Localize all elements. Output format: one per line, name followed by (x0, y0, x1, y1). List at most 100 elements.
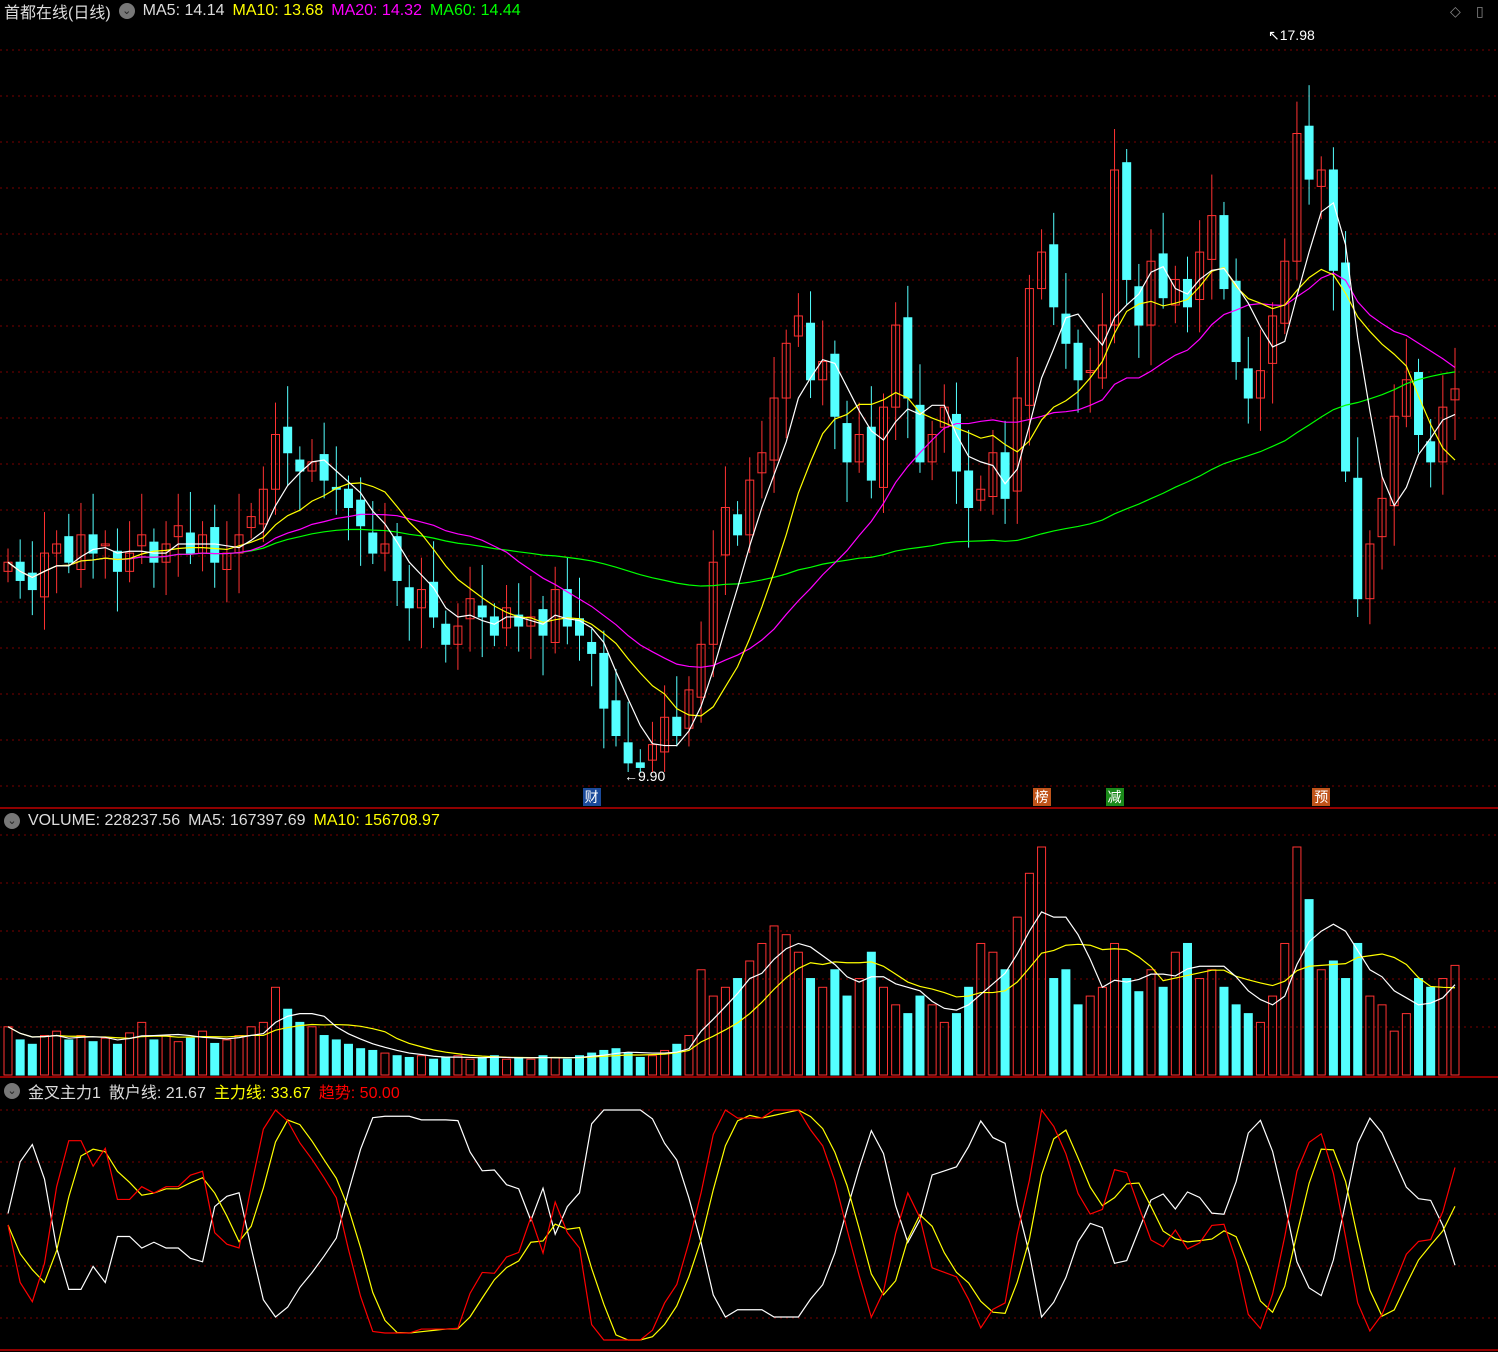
candle-body (356, 499, 366, 527)
volume-bar (1182, 942, 1192, 1076)
volume-bar (39, 1035, 49, 1076)
volume-bar (27, 1043, 37, 1076)
candle-body (635, 762, 645, 768)
volume-bar (477, 1056, 487, 1076)
candle-body (562, 589, 572, 627)
volume-bar (988, 951, 998, 1076)
candle-body (623, 742, 633, 764)
volume-bar (380, 1052, 390, 1076)
volume-bar (343, 1043, 353, 1076)
volume-bar (185, 1037, 195, 1076)
volume-bar (1377, 1004, 1387, 1076)
volume-bar (1304, 899, 1314, 1076)
candle-body (64, 536, 74, 563)
candle-body (1304, 125, 1314, 180)
volume-bar (1255, 1021, 1265, 1076)
volume-bar (1450, 964, 1460, 1076)
volume-header: ⌄ VOLUME: 228237.56 MA5: 167397.69 MA10:… (4, 810, 440, 832)
candle-body (903, 317, 913, 399)
volume-bar (903, 1013, 913, 1076)
volume-bar (234, 1035, 244, 1076)
indicator-header: ⌄ 金叉主力1 散户线: 21.67 主力线: 33.67 趋势: 50.00 (4, 1080, 400, 1102)
volume-bar (891, 1004, 901, 1076)
candle-body (806, 322, 816, 381)
volume-bar (404, 1056, 414, 1076)
main-header: 首都在线(日线) ⌄ MA5: 14.14 MA10: 13.68 MA20: … (4, 0, 521, 22)
volume-bar (1195, 978, 1205, 1076)
volume-bar (672, 1043, 682, 1076)
volume-bar (1073, 1004, 1083, 1076)
ma5-value: MA5: 14.14 (142, 2, 225, 19)
candle-body (441, 623, 451, 645)
volume-bar (1389, 1030, 1399, 1076)
candle-body (477, 605, 487, 618)
volume-bar (356, 1048, 366, 1076)
volume-bar (1049, 978, 1059, 1076)
volume-bar (1097, 986, 1107, 1076)
volume-bar (222, 1039, 232, 1076)
candle-body (866, 426, 876, 481)
chevron-down-icon[interactable]: ⌄ (4, 1083, 20, 1099)
volume-bar (866, 951, 876, 1076)
volume-bar (295, 1021, 305, 1076)
volume-bar (562, 1058, 572, 1076)
volume-bar (15, 1039, 25, 1076)
chevron-down-icon[interactable]: ⌄ (118, 3, 135, 19)
candle-body (587, 641, 597, 654)
ma10-value: MA10: 13.68 (232, 2, 324, 19)
candle-body (319, 454, 329, 481)
volume-bar (1328, 960, 1338, 1076)
volume-bar (915, 995, 925, 1076)
volume-value: VOLUME: 228237.56 (28, 812, 181, 829)
volume-bar (964, 986, 974, 1076)
candle-body (1353, 477, 1363, 600)
volume-bar (696, 969, 706, 1076)
stock-title: 首都在线(日线) (4, 5, 111, 22)
volume-bar (3, 1026, 13, 1076)
volume-bar (1024, 872, 1034, 1076)
candle-body (1231, 280, 1241, 363)
volume-bar (1426, 986, 1436, 1076)
volume-bar (1012, 916, 1022, 1076)
candle-body (964, 470, 974, 508)
volume-bar (1085, 995, 1095, 1076)
volume-bar (283, 1008, 293, 1076)
volume-bar (1219, 986, 1229, 1076)
volume-bar (1110, 942, 1120, 1076)
candle-body (1219, 215, 1229, 290)
volume-bar (76, 1035, 86, 1076)
volume-bar (806, 978, 816, 1076)
candle-body (733, 514, 743, 536)
candle-body (1243, 368, 1253, 399)
volume-bar (830, 969, 840, 1076)
candle-body (1049, 244, 1059, 308)
volume-bar (951, 1013, 961, 1076)
main-force-line (7, 1109, 1456, 1341)
candle-body (672, 716, 682, 737)
candle-body (185, 532, 195, 554)
volume-bar (1365, 995, 1375, 1076)
candle-body (1000, 452, 1010, 499)
volume-bar (623, 1052, 633, 1076)
candle-body (842, 423, 852, 463)
volume-bar (575, 1055, 585, 1076)
volume-bar (538, 1055, 548, 1076)
volume-bar (100, 1037, 110, 1076)
candle-body (283, 426, 293, 454)
volume-bar (453, 1055, 463, 1076)
stock-chart[interactable] (0, 0, 1498, 1352)
volume-bar (818, 986, 828, 1076)
volume-bar (976, 942, 986, 1076)
volume-bar (368, 1049, 378, 1076)
chevron-down-icon[interactable]: ⌄ (4, 813, 20, 829)
volume-bar (1414, 978, 1424, 1076)
volume-bar (307, 1026, 317, 1076)
volume-bar (939, 1021, 949, 1076)
volume-bar (769, 925, 779, 1076)
volume-bar (1122, 978, 1132, 1076)
volume-bar (1061, 969, 1071, 1076)
candle-body (295, 459, 305, 472)
ma20-value: MA20: 14.32 (331, 2, 422, 19)
main-force-line-value: 主力线: 33.67 (213, 1085, 311, 1102)
candle-body (951, 413, 961, 472)
